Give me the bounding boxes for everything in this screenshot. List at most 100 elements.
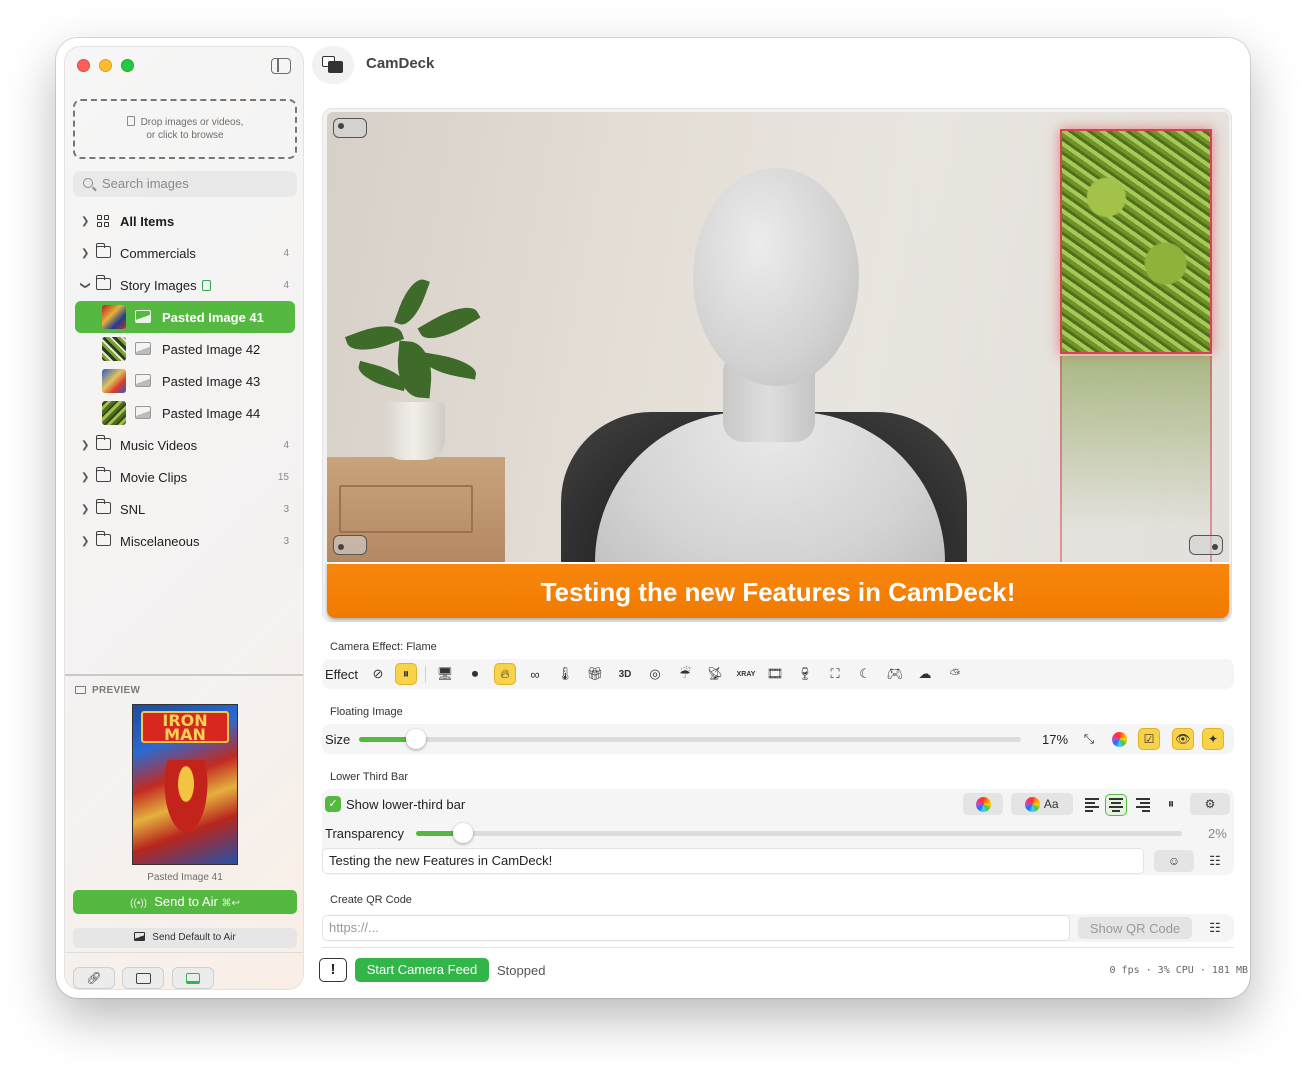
- tree-item-pasted-image-41[interactable]: Pasted Image 41: [75, 301, 295, 333]
- show-qr-code-button[interactable]: Show QR Code: [1078, 917, 1192, 939]
- border-toggle-button[interactable]: ☑︎: [1138, 728, 1160, 750]
- minimize-window-button[interactable]: [99, 59, 112, 72]
- show-lower-third-checkbox[interactable]: ✓: [325, 796, 341, 812]
- toggle-preview-button[interactable]: [172, 967, 214, 989]
- size-slider[interactable]: [359, 729, 1021, 749]
- grid-icon: [97, 215, 109, 227]
- effect-sun-cloud-icon[interactable]: ⛅︎: [944, 663, 966, 685]
- effect-moon-icon[interactable]: ☾: [854, 663, 876, 685]
- tree-item-all-items[interactable]: ❯ All Items: [65, 205, 303, 237]
- lower-third-bar[interactable]: Testing the new Features in CamDeck!: [327, 562, 1229, 618]
- effect-xray-icon[interactable]: XRAY: [732, 663, 760, 685]
- chevron-right-icon[interactable]: ❯: [81, 536, 89, 547]
- chevron-right-icon[interactable]: ❯: [81, 472, 89, 483]
- tree-folder-story-images[interactable]: ❯ Story Images 4: [65, 269, 303, 301]
- sparkle-toggle-button[interactable]: ✦: [1202, 728, 1224, 750]
- effect-target-icon[interactable]: ◎: [644, 663, 666, 685]
- folder-count: 3: [283, 503, 289, 515]
- performance-stats: 0 fps · 3% CPU · 181 MB: [1109, 965, 1248, 976]
- effect-monitor-icon[interactable]: 🖥︎: [434, 663, 456, 685]
- tree-item-pasted-image-44[interactable]: Pasted Image 44: [65, 397, 303, 429]
- settings-button[interactable]: ⚙︎: [1190, 793, 1230, 815]
- size-slider-knob[interactable]: [406, 729, 426, 749]
- zoom-window-button[interactable]: [121, 59, 134, 72]
- resize-arrows-icon[interactable]: ⤡: [1078, 728, 1100, 750]
- start-camera-feed-button[interactable]: Start Camera Feed: [355, 958, 489, 982]
- text-presets-icon[interactable]: ☷: [1204, 850, 1226, 872]
- send-to-air-button[interactable]: ((•)) Send to Air ⌘↩: [73, 890, 297, 914]
- folder-count: 4: [283, 247, 289, 259]
- tree-item-pasted-image-43[interactable]: Pasted Image 43: [65, 365, 303, 397]
- effect-flame-icon[interactable]: 🔥︎: [494, 663, 516, 685]
- folder-count: 4: [283, 279, 289, 291]
- effect-film-icon[interactable]: 🎞︎: [764, 663, 786, 685]
- visibility-toggle-button[interactable]: 👁︎: [1172, 728, 1194, 750]
- pause-circle-icon[interactable]: ⏸︎: [1160, 793, 1182, 815]
- transparency-slider[interactable]: [416, 823, 1182, 843]
- effect-cloud-icon[interactable]: ☁︎: [914, 663, 936, 685]
- alert-button[interactable]: !: [319, 958, 347, 982]
- chevron-right-icon[interactable]: ❯: [81, 504, 89, 515]
- effect-3d-icon[interactable]: 3D: [614, 663, 636, 685]
- tree-folder-commercials[interactable]: ❯ Commercials 4: [65, 237, 303, 269]
- bar-color-button[interactable]: [963, 793, 1003, 815]
- color-wheel-icon: [1111, 731, 1127, 747]
- effect-broadcast-icon[interactable]: 📡︎: [704, 663, 726, 685]
- position-bottom-right-handle[interactable]: [1189, 535, 1223, 555]
- position-bottom-left-handle[interactable]: [333, 535, 367, 555]
- qr-url-input[interactable]: https://...: [322, 915, 1070, 941]
- send-to-air-label: Send to Air: [154, 894, 218, 909]
- tree-folder-snl[interactable]: ❯ SNL 3: [65, 493, 303, 525]
- align-left-icon[interactable]: [1085, 798, 1101, 812]
- effect-voicemail-icon[interactable]: ∞: [524, 663, 546, 685]
- app-icon[interactable]: [312, 46, 354, 84]
- lower-third-panel: ✓ Show lower-third bar Aa ⏸︎ ⚙︎ Transpar…: [322, 789, 1234, 875]
- chevron-right-icon[interactable]: ❯: [81, 216, 89, 227]
- effect-rain-icon[interactable]: ☔︎: [674, 663, 696, 685]
- effect-gamepad-icon[interactable]: 🎮︎: [884, 663, 906, 685]
- align-right-icon[interactable]: [1134, 798, 1150, 812]
- close-window-button[interactable]: [77, 59, 90, 72]
- position-top-left-handle[interactable]: [333, 118, 367, 138]
- effect-record-icon[interactable]: ⏺︎: [464, 663, 486, 685]
- search-input[interactable]: Search images: [73, 171, 297, 197]
- new-folder-button[interactable]: [122, 967, 164, 989]
- sidebar-toggle-icon[interactable]: [271, 58, 291, 74]
- align-center-icon: [1108, 798, 1124, 812]
- color-wheel-button[interactable]: [1108, 728, 1130, 750]
- transparency-slider-knob[interactable]: [453, 823, 473, 843]
- chevron-down-icon[interactable]: ❯: [80, 281, 91, 289]
- tree-folder-miscelaneous[interactable]: ❯ Miscelaneous 3: [65, 525, 303, 557]
- emoji-button[interactable]: ☺︎: [1154, 850, 1194, 872]
- search-placeholder: Search images: [102, 176, 189, 191]
- effect-thermometer-icon[interactable]: 🌡︎: [554, 663, 576, 685]
- tree-folder-music-videos[interactable]: ❯ Music Videos 4: [65, 429, 303, 461]
- item-label: Pasted Image 41: [162, 309, 264, 325]
- transparency-value: 2%: [1208, 826, 1227, 841]
- document-icon: [126, 116, 135, 126]
- font-button[interactable]: Aa: [1011, 793, 1073, 815]
- media-dropzone[interactable]: Drop images or videos, or click to brows…: [73, 99, 297, 159]
- align-center-button[interactable]: [1105, 794, 1127, 816]
- qr-header: Create QR Code: [330, 894, 412, 906]
- send-default-to-air-button[interactable]: Send Default to Air: [73, 928, 297, 948]
- floating-image-overlay[interactable]: [1060, 129, 1212, 354]
- link-button[interactable]: 🔗︎: [73, 967, 115, 989]
- chevron-right-icon[interactable]: ❯: [81, 440, 89, 451]
- qr-presets-icon[interactable]: ☷: [1204, 917, 1226, 939]
- search-icon: [83, 178, 93, 188]
- effect-none-icon[interactable]: ⊘: [367, 663, 389, 685]
- tree-item-pasted-image-42[interactable]: Pasted Image 42: [65, 333, 303, 365]
- smiley-icon: ☺︎: [1167, 854, 1181, 868]
- effect-pause-icon[interactable]: ⏸︎: [395, 663, 417, 685]
- preview-divider[interactable]: [65, 674, 303, 676]
- chevron-right-icon[interactable]: ❯: [81, 248, 89, 259]
- lower-third-text-input[interactable]: Testing the new Features in CamDeck!: [322, 848, 1144, 874]
- show-lower-third-label: Show lower-third bar: [346, 797, 466, 812]
- effect-frame-icon[interactable]: ⛶: [824, 663, 846, 685]
- effect-spotlight-icon[interactable]: 🍷︎: [794, 663, 816, 685]
- folder-icon: [96, 275, 111, 290]
- eye-icon: 👁︎: [1175, 732, 1191, 746]
- effect-gift-icon[interactable]: 🎁︎: [584, 663, 606, 685]
- tree-folder-movie-clips[interactable]: ❯ Movie Clips 15: [65, 461, 303, 493]
